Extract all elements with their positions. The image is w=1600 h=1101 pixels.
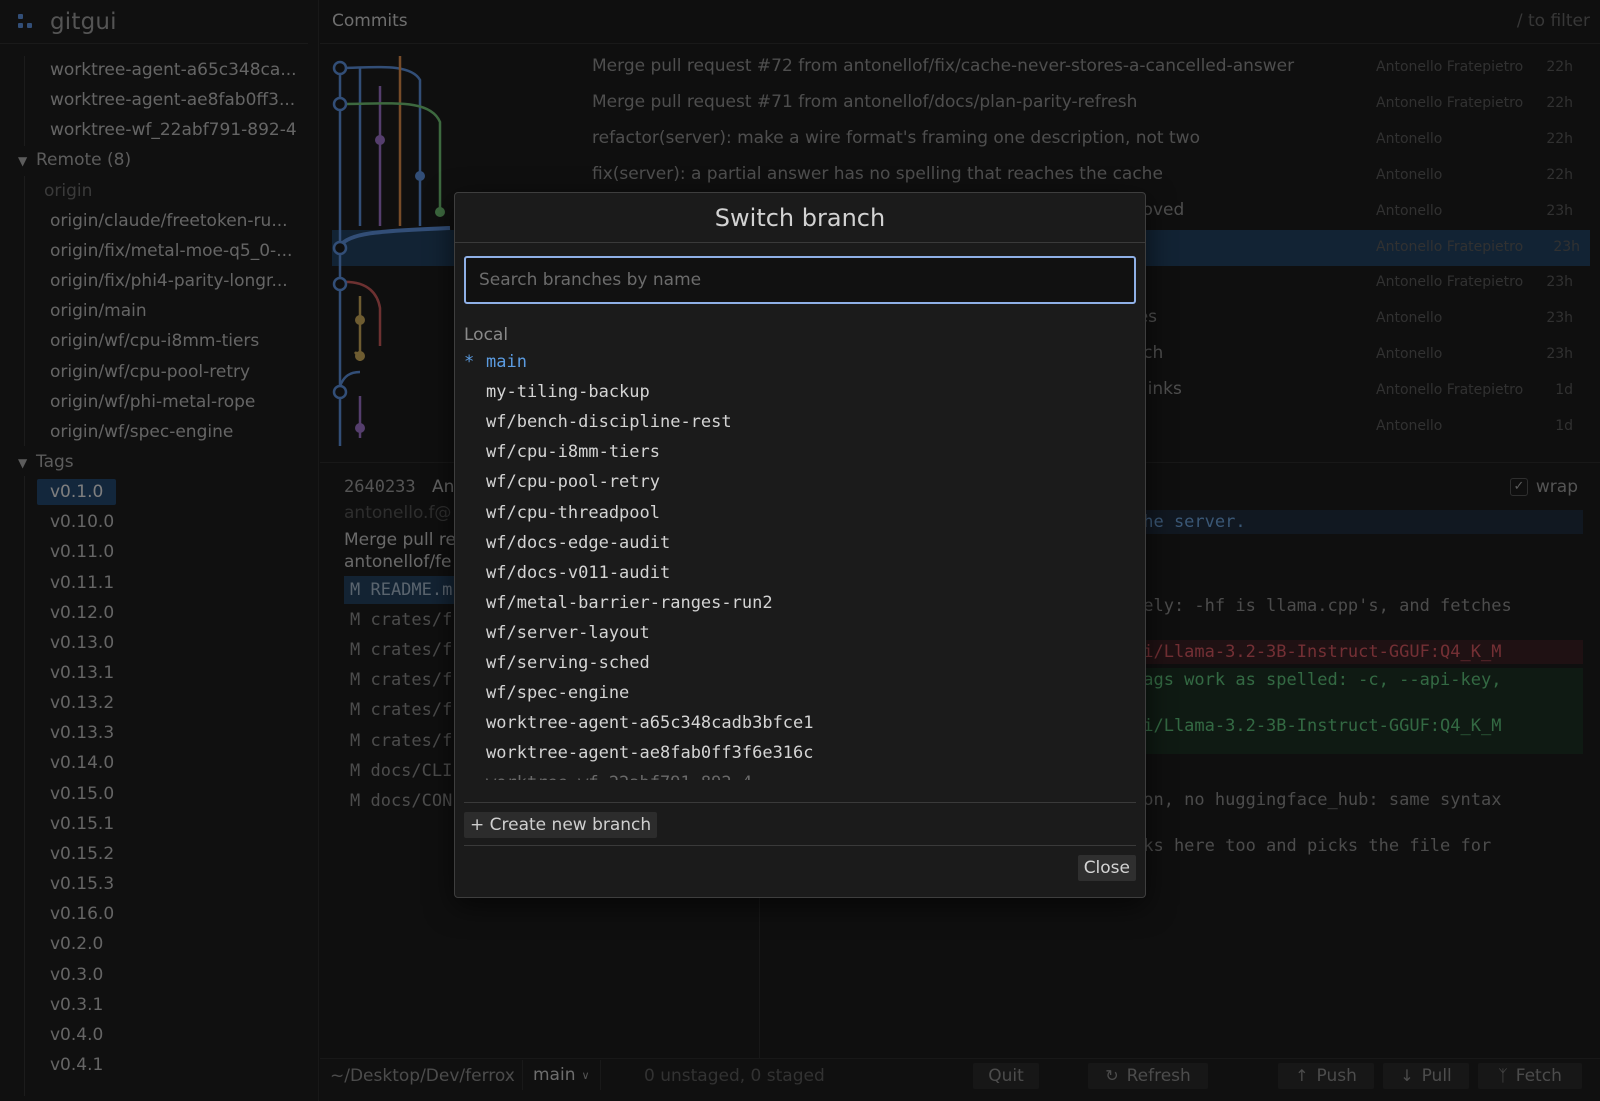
branch-name: wf/cpu-pool-retry [486,472,660,493]
branch-name: wf/metal-barrier-ranges-run2 [486,592,773,613]
branch-list-item[interactable]: wf/docs-edge-audit [464,528,1136,558]
switch-branch-dialog: Switch branch Local * main my-tiling-backu… [454,192,1146,898]
branch-search-input[interactable] [464,256,1136,304]
branch-list-item[interactable]: wf/cpu-pool-retry [464,467,1136,497]
divider [464,845,1136,846]
branch-name: wf/docs-v011-audit [486,562,671,583]
branch-name: worktree-agent-a65c348cadb3bfce1 [486,713,814,734]
branch-list-item[interactable]: wf/server-layout [464,618,1136,648]
branch-list-item[interactable]: wf/bench-discipline-rest [464,407,1136,437]
branch-name: main [486,352,527,372]
branch-list-item[interactable]: wf/cpu-i8mm-tiers [464,437,1136,467]
branch-name: wf/bench-discipline-rest [486,412,732,433]
branch-list-item[interactable]: wf/cpu-threadpool [464,498,1136,528]
branch-name: wf/docs-edge-audit [486,532,671,553]
branch-name: wf/cpu-i8mm-tiers [486,442,660,463]
divider [464,802,1136,803]
branch-name: worktree-agent-ae8fab0ff3f6e316c [486,743,814,764]
dialog-title: Switch branch [455,193,1145,243]
branch-list-item[interactable]: worktree-agent-a65c348cadb3bfce1 [464,708,1136,738]
current-branch-marker: * [464,352,475,372]
branch-name: wf/cpu-threadpool [486,502,660,523]
branch-list-item[interactable]: wf/serving-sched [464,648,1136,678]
branch-list-item[interactable]: wf/metal-barrier-ranges-run2 [464,588,1136,618]
branch-name: my-tiling-backup [486,382,650,403]
branch-list-item[interactable]: worktree-agent-ae8fab0ff3f6e316c [464,738,1136,768]
create-branch-button[interactable]: + Create new branch [464,812,658,838]
branch-list: * main my-tiling-backup wf/bench-discipline… [464,347,1136,783]
local-section-label: Local [464,325,509,345]
branch-list-item[interactable]: wf/spec-engine [464,678,1136,708]
branch-name: wf/spec-engine [486,683,630,704]
branch-name: wf/serving-sched [486,653,650,673]
branch-name: wf/server-layout [486,622,650,643]
branch-name: worktree-wf_22abf791-892-4 [486,773,752,780]
close-button[interactable]: Close [1077,855,1136,881]
branch-list-item[interactable]: my-tiling-backup [464,377,1136,407]
branch-list-item[interactable]: * main [464,347,1136,377]
branch-list-item[interactable]: wf/docs-v011-audit [464,558,1136,588]
branch-list-item[interactable]: worktree-wf_22abf791-892-4 [464,768,1136,780]
